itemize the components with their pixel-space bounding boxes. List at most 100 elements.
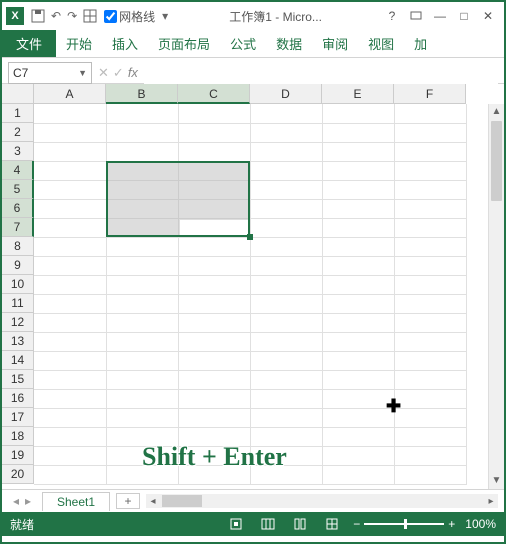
col-header-E[interactable]: E bbox=[322, 84, 394, 104]
gridlines-toggle[interactable]: 网格线 bbox=[104, 8, 155, 25]
cell-A13[interactable] bbox=[34, 332, 106, 351]
redo-icon[interactable]: ↷ bbox=[67, 9, 77, 23]
cell-D14[interactable] bbox=[250, 351, 322, 370]
cell-B16[interactable] bbox=[106, 389, 178, 408]
tab-page-layout[interactable]: 页面布局 bbox=[148, 30, 220, 57]
cell-E14[interactable] bbox=[322, 351, 394, 370]
cell-B4[interactable] bbox=[106, 161, 178, 180]
row-header-5[interactable]: 5 bbox=[2, 180, 34, 199]
row-header-14[interactable]: 14 bbox=[2, 351, 34, 370]
cell-D6[interactable] bbox=[250, 199, 322, 218]
grid-body[interactable] bbox=[34, 104, 504, 485]
row-header-13[interactable]: 13 bbox=[2, 332, 34, 351]
cell-A16[interactable] bbox=[34, 389, 106, 408]
cell-C16[interactable] bbox=[178, 389, 250, 408]
row-header-10[interactable]: 10 bbox=[2, 275, 34, 294]
cell-A8[interactable] bbox=[34, 237, 106, 256]
sheet-nav-prev-icon[interactable]: ◂ bbox=[13, 494, 19, 508]
cell-D5[interactable] bbox=[250, 180, 322, 199]
tab-file[interactable]: 文件 bbox=[2, 30, 56, 57]
vscroll-thumb[interactable] bbox=[491, 121, 502, 201]
cell-C2[interactable] bbox=[178, 123, 250, 142]
cell-C18[interactable] bbox=[178, 427, 250, 446]
tab-addins[interactable]: 加 bbox=[404, 30, 437, 57]
col-header-F[interactable]: F bbox=[394, 84, 466, 104]
row-header-15[interactable]: 15 bbox=[2, 370, 34, 389]
normal-view-icon[interactable] bbox=[257, 517, 279, 532]
cell-E15[interactable] bbox=[322, 370, 394, 389]
cell-C17[interactable] bbox=[178, 408, 250, 427]
ribbon-display-icon[interactable] bbox=[404, 9, 428, 24]
hscroll-left-icon[interactable]: ◂ bbox=[146, 496, 160, 507]
cell-D13[interactable] bbox=[250, 332, 322, 351]
cell-E13[interactable] bbox=[322, 332, 394, 351]
cell-A12[interactable] bbox=[34, 313, 106, 332]
cell-E1[interactable] bbox=[322, 104, 394, 123]
borders-icon[interactable] bbox=[83, 9, 97, 23]
cell-D4[interactable] bbox=[250, 161, 322, 180]
cell-F1[interactable] bbox=[394, 104, 466, 123]
tab-view[interactable]: 视图 bbox=[358, 30, 404, 57]
cell-F13[interactable] bbox=[394, 332, 466, 351]
cell-F9[interactable] bbox=[394, 256, 466, 275]
cell-E12[interactable] bbox=[322, 313, 394, 332]
tab-home[interactable]: 开始 bbox=[56, 30, 102, 57]
cell-B19[interactable] bbox=[106, 446, 178, 465]
page-break-view-icon[interactable] bbox=[321, 517, 343, 532]
row-header-9[interactable]: 9 bbox=[2, 256, 34, 275]
cell-A11[interactable] bbox=[34, 294, 106, 313]
cell-B2[interactable] bbox=[106, 123, 178, 142]
cell-A6[interactable] bbox=[34, 199, 106, 218]
cell-C14[interactable] bbox=[178, 351, 250, 370]
tab-formulas[interactable]: 公式 bbox=[220, 30, 266, 57]
save-icon[interactable] bbox=[31, 9, 45, 23]
row-header-1[interactable]: 1 bbox=[2, 104, 34, 123]
cell-A17[interactable] bbox=[34, 408, 106, 427]
hscroll-thumb[interactable] bbox=[162, 495, 202, 507]
cell-E6[interactable] bbox=[322, 199, 394, 218]
col-header-A[interactable]: A bbox=[34, 84, 106, 104]
cell-B8[interactable] bbox=[106, 237, 178, 256]
tab-data[interactable]: 数据 bbox=[266, 30, 312, 57]
zoom-slider[interactable]: − + bbox=[353, 517, 455, 531]
cell-F4[interactable] bbox=[394, 161, 466, 180]
cell-E5[interactable] bbox=[322, 180, 394, 199]
cell-E16[interactable] bbox=[322, 389, 394, 408]
zoom-out-button[interactable]: − bbox=[353, 517, 360, 531]
row-header-7[interactable]: 7 bbox=[2, 218, 34, 237]
zoom-thumb[interactable] bbox=[404, 519, 407, 529]
fx-icon[interactable]: fx bbox=[128, 65, 138, 80]
cell-F10[interactable] bbox=[394, 275, 466, 294]
col-header-C[interactable]: C bbox=[178, 84, 250, 104]
enter-formula-icon[interactable]: ✓ bbox=[113, 65, 124, 81]
cell-F11[interactable] bbox=[394, 294, 466, 313]
cell-F20[interactable] bbox=[394, 465, 466, 484]
cell-C9[interactable] bbox=[178, 256, 250, 275]
hscroll-right-icon[interactable]: ▸ bbox=[484, 496, 498, 507]
cell-D16[interactable] bbox=[250, 389, 322, 408]
minimize-icon[interactable]: — bbox=[428, 9, 452, 23]
row-header-12[interactable]: 12 bbox=[2, 313, 34, 332]
cell-B7[interactable] bbox=[106, 218, 178, 237]
maximize-icon[interactable]: □ bbox=[452, 9, 476, 23]
cell-A5[interactable] bbox=[34, 180, 106, 199]
cell-C8[interactable] bbox=[178, 237, 250, 256]
cell-B12[interactable] bbox=[106, 313, 178, 332]
cell-E7[interactable] bbox=[322, 218, 394, 237]
cell-C10[interactable] bbox=[178, 275, 250, 294]
row-header-11[interactable]: 11 bbox=[2, 294, 34, 313]
cell-A1[interactable] bbox=[34, 104, 106, 123]
col-header-B[interactable]: B bbox=[106, 84, 178, 104]
add-sheet-button[interactable]: + bbox=[116, 493, 140, 509]
cell-C3[interactable] bbox=[178, 142, 250, 161]
cell-A3[interactable] bbox=[34, 142, 106, 161]
cell-C11[interactable] bbox=[178, 294, 250, 313]
qat-dropdown-icon[interactable]: ▾ bbox=[162, 9, 168, 23]
zoom-in-button[interactable]: + bbox=[448, 517, 455, 531]
gridlines-checkbox[interactable] bbox=[104, 10, 117, 23]
cell-B13[interactable] bbox=[106, 332, 178, 351]
cancel-formula-icon[interactable]: ✕ bbox=[98, 65, 109, 81]
cell-B10[interactable] bbox=[106, 275, 178, 294]
cell-C20[interactable] bbox=[178, 465, 250, 484]
row-header-19[interactable]: 19 bbox=[2, 446, 34, 465]
